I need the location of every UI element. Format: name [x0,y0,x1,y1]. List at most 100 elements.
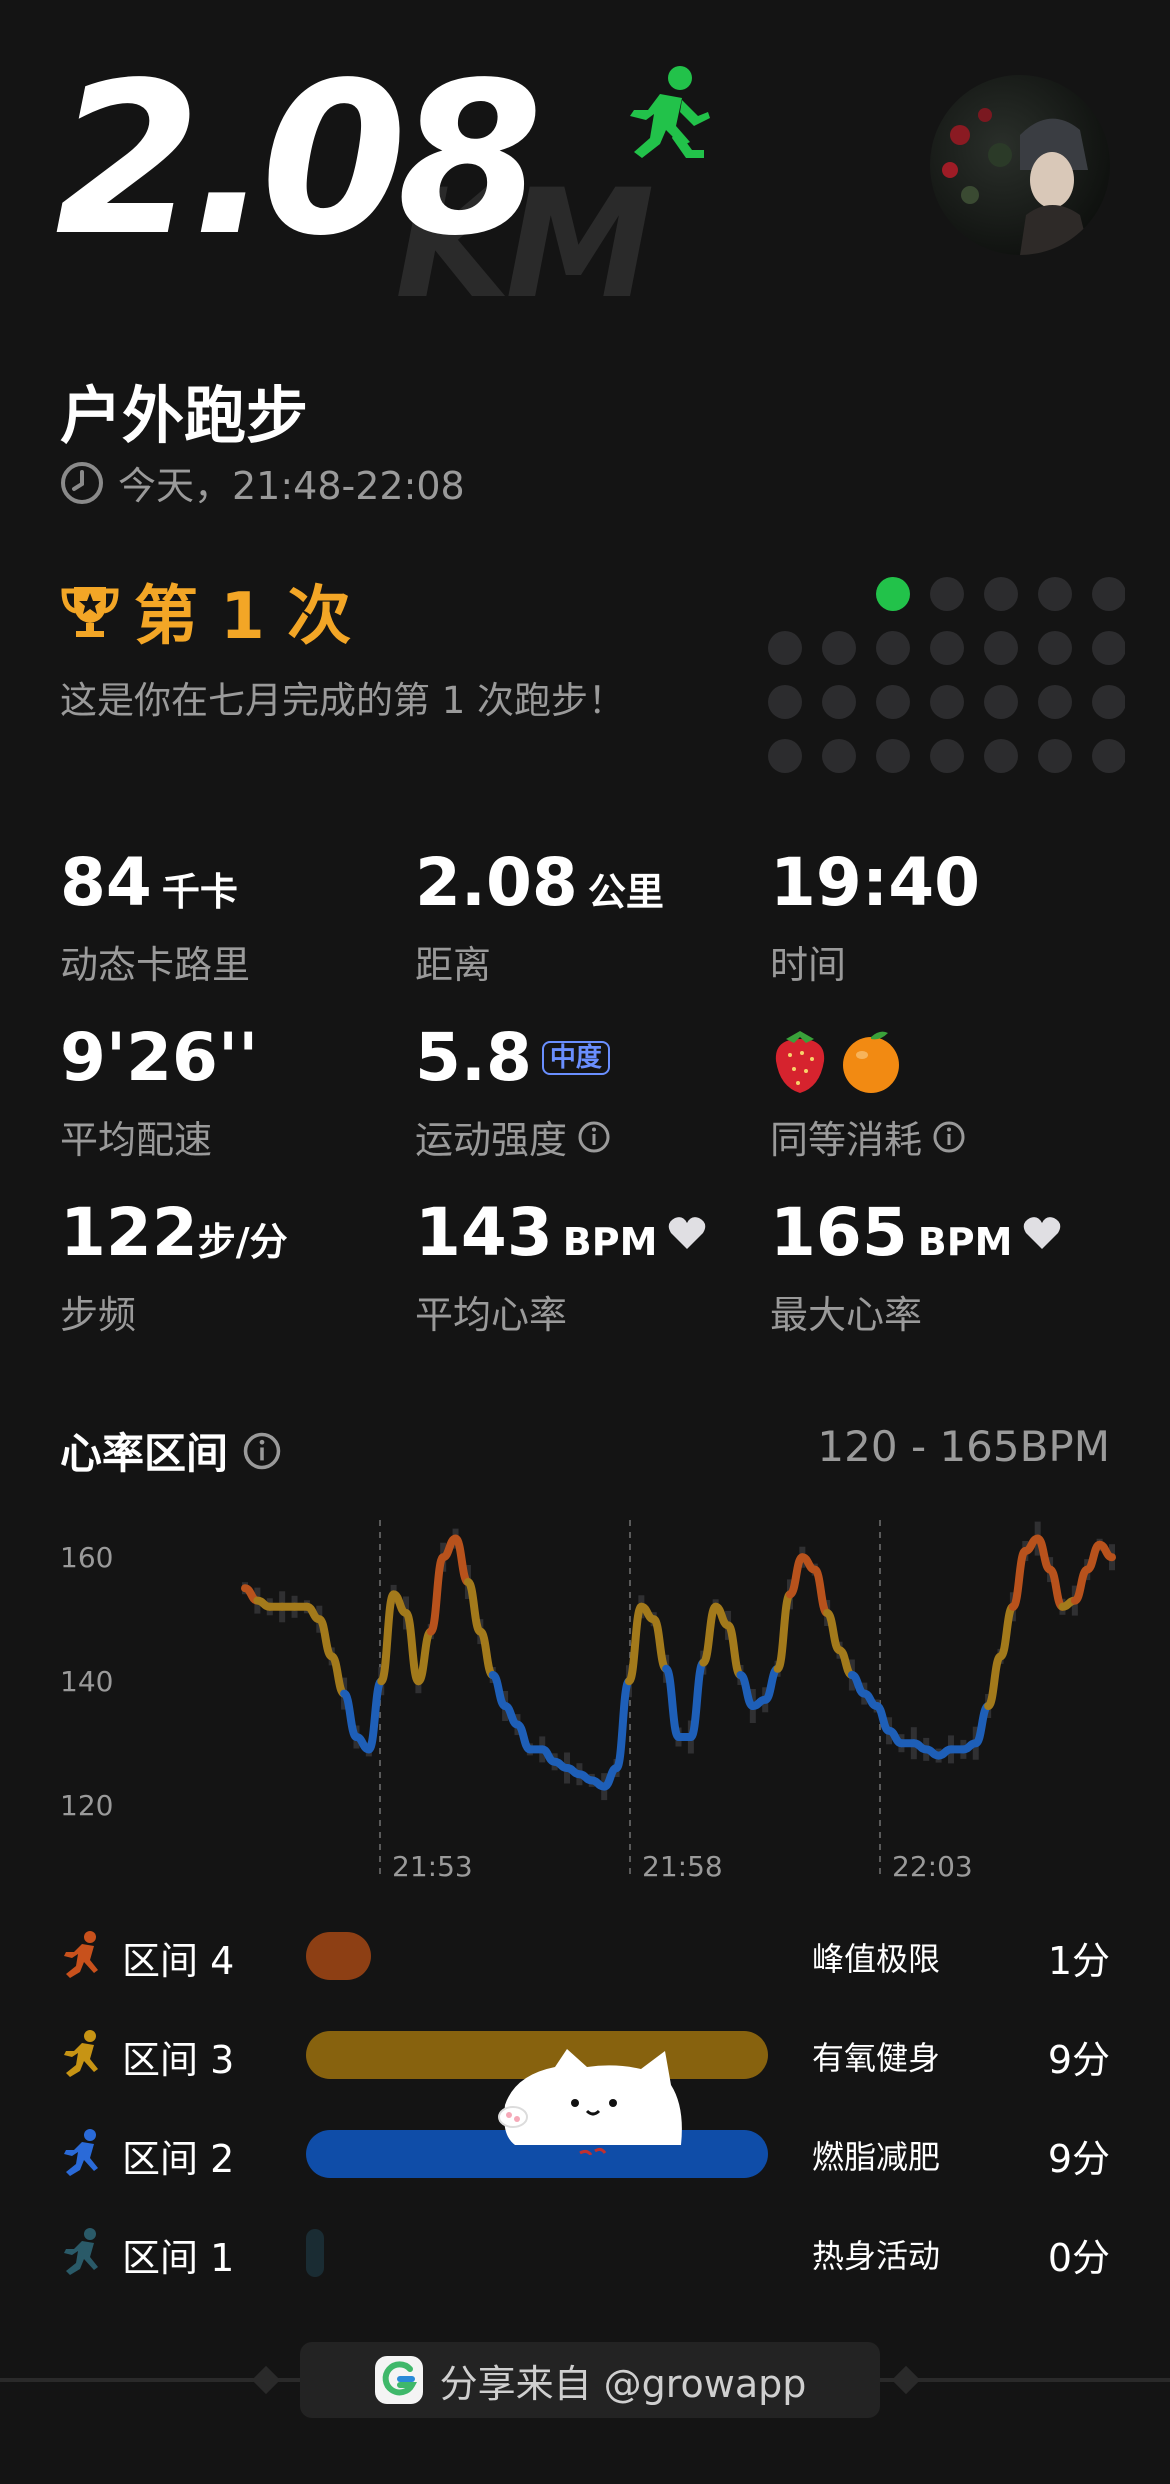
zone-row: 区间 4 峰值极限 1分 [60,1926,1110,1986]
orange-icon [843,1031,899,1093]
hr-line-segment [724,1621,745,1679]
hr-line-segment [649,1615,671,1673]
runner-blue-icon [64,2129,98,2176]
calories-label: 动态卡路里 [60,943,251,987]
runner-fast-icon [64,1931,98,1978]
info-icon[interactable] [242,1431,282,1471]
avg-hr-unit: BPM [562,1220,658,1264]
pace-value: 9'26'' [60,1019,259,1096]
calendar-day-dot [1092,685,1125,719]
zone-label: 区间 2 [122,2137,235,2181]
zone-label: 区间 4 [122,1939,235,1983]
hr-line-segment [662,1664,683,1741]
duration-value: 19:40 [770,844,981,921]
calendar-day-dot [984,631,1018,665]
footer-diamond-left [251,2365,281,2395]
zone-label: 区间 3 [122,2038,235,2082]
hr-line-segment [984,1652,1005,1710]
zone-name: 热身活动 [812,2237,941,2275]
stat-calories: 84 千卡 动态卡路里 [60,850,400,989]
user-avatar[interactable] [930,75,1110,255]
y-tick-label: 140 [60,1665,113,1698]
calendar-day-dot [930,685,964,719]
calendar-day-dot [876,577,910,611]
hr-line-segment [699,1602,720,1667]
activity-time-row: 今天，21:48-22:08 [60,455,465,510]
stat-pace: 9'26'' 平均配速 [60,1025,400,1164]
y-tick-label: 120 [60,1789,113,1822]
zone-name: 峰值极限 [812,1940,941,1978]
hr-line-segment [476,1627,497,1679]
clock-icon [61,461,103,504]
calendar-day-dot [1092,739,1125,773]
x-tick-label: 22:03 [892,1850,973,1883]
cat-sticker [498,2049,682,2155]
intensity-badge: 中度 [541,1041,610,1075]
hr-line-segment [823,1609,844,1655]
stat-duration: 19:40 时间 [770,850,1110,989]
calendar-day-dot [1092,577,1125,611]
avg-hr-value: 143 [415,1194,553,1271]
achievement-title: 第 1 次 [134,580,352,654]
hr-line-segment [773,1590,794,1673]
calendar-day-dot [930,739,964,773]
hr-line-segment [513,1720,534,1754]
heart-rate-chart: 160 140 120 21:53 21:58 22:03 [60,1520,1116,1883]
calendar-day-dot [1092,631,1125,665]
growapp-logo-icon [374,2356,423,2404]
zone-name: 燃脂减肥 [812,2138,941,2176]
calendar-day-dot [768,739,802,773]
hr-line-segment [686,1658,708,1741]
hr-line-segment [488,1671,510,1710]
share-footer[interactable]: 分享来自 @growapp [300,2342,880,2418]
stat-avg-hr: 143 BPM 平均心率 [415,1200,755,1339]
cadence-value: 122 [60,1194,198,1271]
hr-line-segment [971,1702,993,1748]
hr-line-segment [340,1689,361,1741]
stat-equivalent: 同等消耗 [770,1025,1110,1164]
info-icon[interactable] [577,1120,611,1154]
calendar-day-dot [984,739,1018,773]
distance-hero: 2.08 [55,37,543,282]
calendar-day-dot [984,577,1018,611]
hr-line-segment [426,1553,448,1636]
calories-unit: 千卡 [161,870,238,914]
calendar-day-dot [930,577,964,611]
walker-icon [64,2228,98,2275]
calendar-day-dot [930,631,964,665]
cadence-unit: 步/分 [197,1220,288,1264]
hr-line-segment [315,1615,336,1661]
zone-bar [306,1932,371,1980]
hr-line-segment [1070,1565,1092,1605]
activity-title: 户外跑步 [60,379,309,452]
zone-name: 有氧健身 [812,2039,941,2077]
hr-line-segment [1008,1547,1030,1611]
equivalent-label: 同等消耗 [770,1118,923,1162]
calendar-day-dot [1038,631,1072,665]
stat-distance: 2.08 公里 距离 [415,850,755,989]
distance-label: 距离 [415,943,492,987]
info-icon[interactable] [932,1120,966,1154]
stat-cadence: 122 步/分 步频 [60,1200,400,1339]
max-hr-unit: BPM [917,1220,1013,1264]
hr-line-segment [463,1578,485,1636]
hr-line-segment [1046,1565,1067,1611]
calendar-day-dot [822,631,856,665]
hr-line-segment [996,1602,1017,1661]
hr-line-segment [327,1652,349,1698]
zone-time: 9分 [1047,2038,1110,2082]
hr-line-segment [414,1627,435,1686]
hr-line-segment [810,1565,832,1617]
calendar-day-dot [876,631,910,665]
running-icon [630,66,710,158]
duration-label: 时间 [770,943,847,987]
hr-line-segment [761,1664,782,1704]
achievement-subtitle: 这是你在七月完成的第 1 次跑步！ [60,679,626,722]
hr-range: 120 - 165BPM [817,1422,1110,1471]
monthly-run-calendar [768,577,1125,773]
calendar-day-dot [1038,739,1072,773]
x-tick-label: 21:53 [392,1850,473,1883]
hr-line-segment [612,1677,633,1772]
share-text: 分享来自 @growapp [439,2361,807,2406]
calendar-day-dot [822,739,856,773]
